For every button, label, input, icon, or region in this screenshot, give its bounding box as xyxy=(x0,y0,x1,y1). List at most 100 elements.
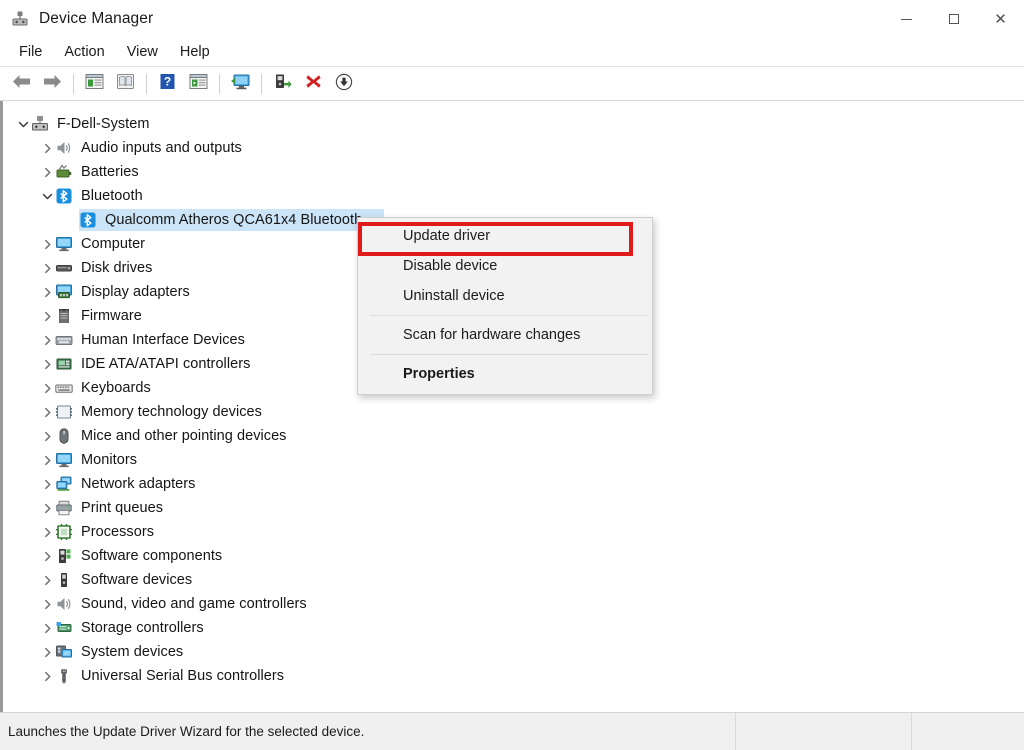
context-menu-item-update-driver[interactable]: Update driver xyxy=(358,221,652,251)
context-menu-item-uninstall-device[interactable]: Uninstall device xyxy=(358,281,652,311)
toolbar-separator xyxy=(73,74,74,94)
tree-item-label: Computer xyxy=(81,236,146,252)
tree-item-label: System devices xyxy=(81,644,184,660)
tree-item-label: Human Interface Devices xyxy=(81,332,245,348)
chevron-right-icon[interactable] xyxy=(40,136,55,160)
tree-item-system-devices[interactable]: System devices xyxy=(3,640,1024,664)
update-driver-button[interactable] xyxy=(267,70,297,98)
tree-item-software-components[interactable]: Software components xyxy=(3,544,1024,568)
arrow-left-icon xyxy=(11,73,32,95)
battery-icon xyxy=(55,163,73,181)
question-icon: ? xyxy=(159,73,176,95)
svg-text:?: ? xyxy=(163,75,170,89)
tree-item-network-adapters[interactable]: Network adapters xyxy=(3,472,1024,496)
chevron-right-icon[interactable] xyxy=(40,352,55,376)
chevron-right-icon[interactable] xyxy=(40,640,55,664)
tree-item-label: Sound, video and game controllers xyxy=(81,596,307,612)
driver-update-icon xyxy=(273,73,292,96)
chevron-right-icon[interactable] xyxy=(40,472,55,496)
computer-root-icon xyxy=(31,115,49,133)
maximize-button[interactable] xyxy=(930,0,977,38)
tree-item-label: Network adapters xyxy=(81,476,196,492)
menu-bar: File Action View Help xyxy=(0,38,1024,67)
menu-item-view[interactable]: View xyxy=(116,41,169,63)
tree-item-bluetooth[interactable]: Bluetooth xyxy=(3,184,1024,208)
software-component-icon xyxy=(55,547,73,565)
chevron-right-icon[interactable] xyxy=(40,616,55,640)
tree-item-universal-serial-bus-controllers[interactable]: Universal Serial Bus controllers xyxy=(3,664,1024,688)
tree-item-f-dell-system[interactable]: F-Dell-System xyxy=(3,112,1024,136)
back-button[interactable] xyxy=(6,70,36,98)
help-button[interactable]: ? xyxy=(152,70,182,98)
tree-item-batteries[interactable]: Batteries xyxy=(3,160,1024,184)
chevron-right-icon[interactable] xyxy=(40,448,55,472)
tree-item-label: Batteries xyxy=(81,164,139,180)
forward-button[interactable] xyxy=(37,70,67,98)
tree-item-label: IDE ATA/ATAPI controllers xyxy=(81,356,251,372)
menu-item-file[interactable]: File xyxy=(8,41,53,63)
scan-hardware-changes-button[interactable] xyxy=(225,70,255,98)
chevron-right-icon[interactable] xyxy=(40,328,55,352)
tree-item-print-queues[interactable]: Print queues xyxy=(3,496,1024,520)
device-tree-pane[interactable]: F-Dell-System Audio inputs and outputs Bat… xyxy=(0,101,1024,712)
tree-item-audio-inputs-and-outputs[interactable]: Audio inputs and outputs xyxy=(3,136,1024,160)
monitor-icon xyxy=(55,235,73,253)
show-hidden-devices-button[interactable] xyxy=(183,70,213,98)
properties-button[interactable] xyxy=(79,70,109,98)
chevron-right-icon[interactable] xyxy=(40,376,55,400)
close-button[interactable]: ✕ xyxy=(977,0,1024,38)
ide-controller-icon xyxy=(55,355,73,373)
software-device-icon xyxy=(55,571,73,589)
chevron-right-icon[interactable] xyxy=(40,520,55,544)
tree-item-label: Audio inputs and outputs xyxy=(81,140,242,156)
chevron-right-icon[interactable] xyxy=(40,568,55,592)
tree-item-software-devices[interactable]: Software devices xyxy=(3,568,1024,592)
toolbar-separator xyxy=(261,74,262,94)
help-topics-button[interactable] xyxy=(110,70,140,98)
context-menu[interactable]: Update driver Disable device Uninstall d… xyxy=(357,217,653,395)
menu-item-help[interactable]: Help xyxy=(169,41,221,63)
chevron-right-icon[interactable] xyxy=(40,160,55,184)
minimize-button[interactable] xyxy=(883,0,930,38)
window-controls: ✕ xyxy=(883,0,1024,38)
chevron-right-icon[interactable] xyxy=(40,544,55,568)
context-menu-item-disable-device[interactable]: Disable device xyxy=(358,251,652,281)
chevron-right-icon[interactable] xyxy=(40,592,55,616)
menu-item-action[interactable]: Action xyxy=(53,41,115,63)
window-play-icon xyxy=(189,73,208,95)
tree-item-monitors[interactable]: Monitors xyxy=(3,448,1024,472)
tree-item-processors[interactable]: Processors xyxy=(3,520,1024,544)
uninstall-device-button[interactable] xyxy=(298,70,328,98)
tree-item-memory-technology-devices[interactable]: Memory technology devices xyxy=(3,400,1024,424)
tree-item-label: Print queues xyxy=(81,500,164,516)
chevron-right-icon[interactable] xyxy=(40,424,55,448)
device-manager-window: Device Manager ✕ File Action View Help ?… xyxy=(0,0,1024,750)
tree-item-storage-controllers[interactable]: Storage controllers xyxy=(3,616,1024,640)
chevron-right-icon[interactable] xyxy=(40,496,55,520)
bluetooth-icon xyxy=(55,187,73,205)
window-props-icon xyxy=(85,73,104,95)
tree-item-label: Storage controllers xyxy=(81,620,204,636)
tree-item-mice-and-other-pointing-devices[interactable]: Mice and other pointing devices xyxy=(3,424,1024,448)
chevron-down-icon[interactable] xyxy=(16,112,31,136)
memory-icon xyxy=(55,403,73,421)
status-bar: Launches the Update Driver Wizard for th… xyxy=(0,712,1024,750)
chevron-right-icon[interactable] xyxy=(40,280,55,304)
context-menu-item-properties[interactable]: Properties xyxy=(358,359,652,389)
chevron-right-icon[interactable] xyxy=(40,664,55,688)
tree-item-label: Disk drives xyxy=(81,260,153,276)
chevron-right-icon[interactable] xyxy=(40,400,55,424)
status-bar-divider xyxy=(911,712,912,750)
tree-item-label: Memory technology devices xyxy=(81,404,262,420)
context-menu-item-scan-for-hardware-changes[interactable]: Scan for hardware changes xyxy=(358,320,652,350)
chevron-down-icon[interactable] xyxy=(40,184,55,208)
tree-item-sound-video-and-game-controllers[interactable]: Sound, video and game controllers xyxy=(3,592,1024,616)
device-manager-icon xyxy=(10,9,30,29)
chevron-right-icon[interactable] xyxy=(40,232,55,256)
chevron-right-icon[interactable] xyxy=(40,304,55,328)
context-menu-separator xyxy=(370,354,649,355)
chevron-right-icon[interactable] xyxy=(40,256,55,280)
printer-icon xyxy=(55,499,73,517)
disable-device-button[interactable] xyxy=(329,70,359,98)
